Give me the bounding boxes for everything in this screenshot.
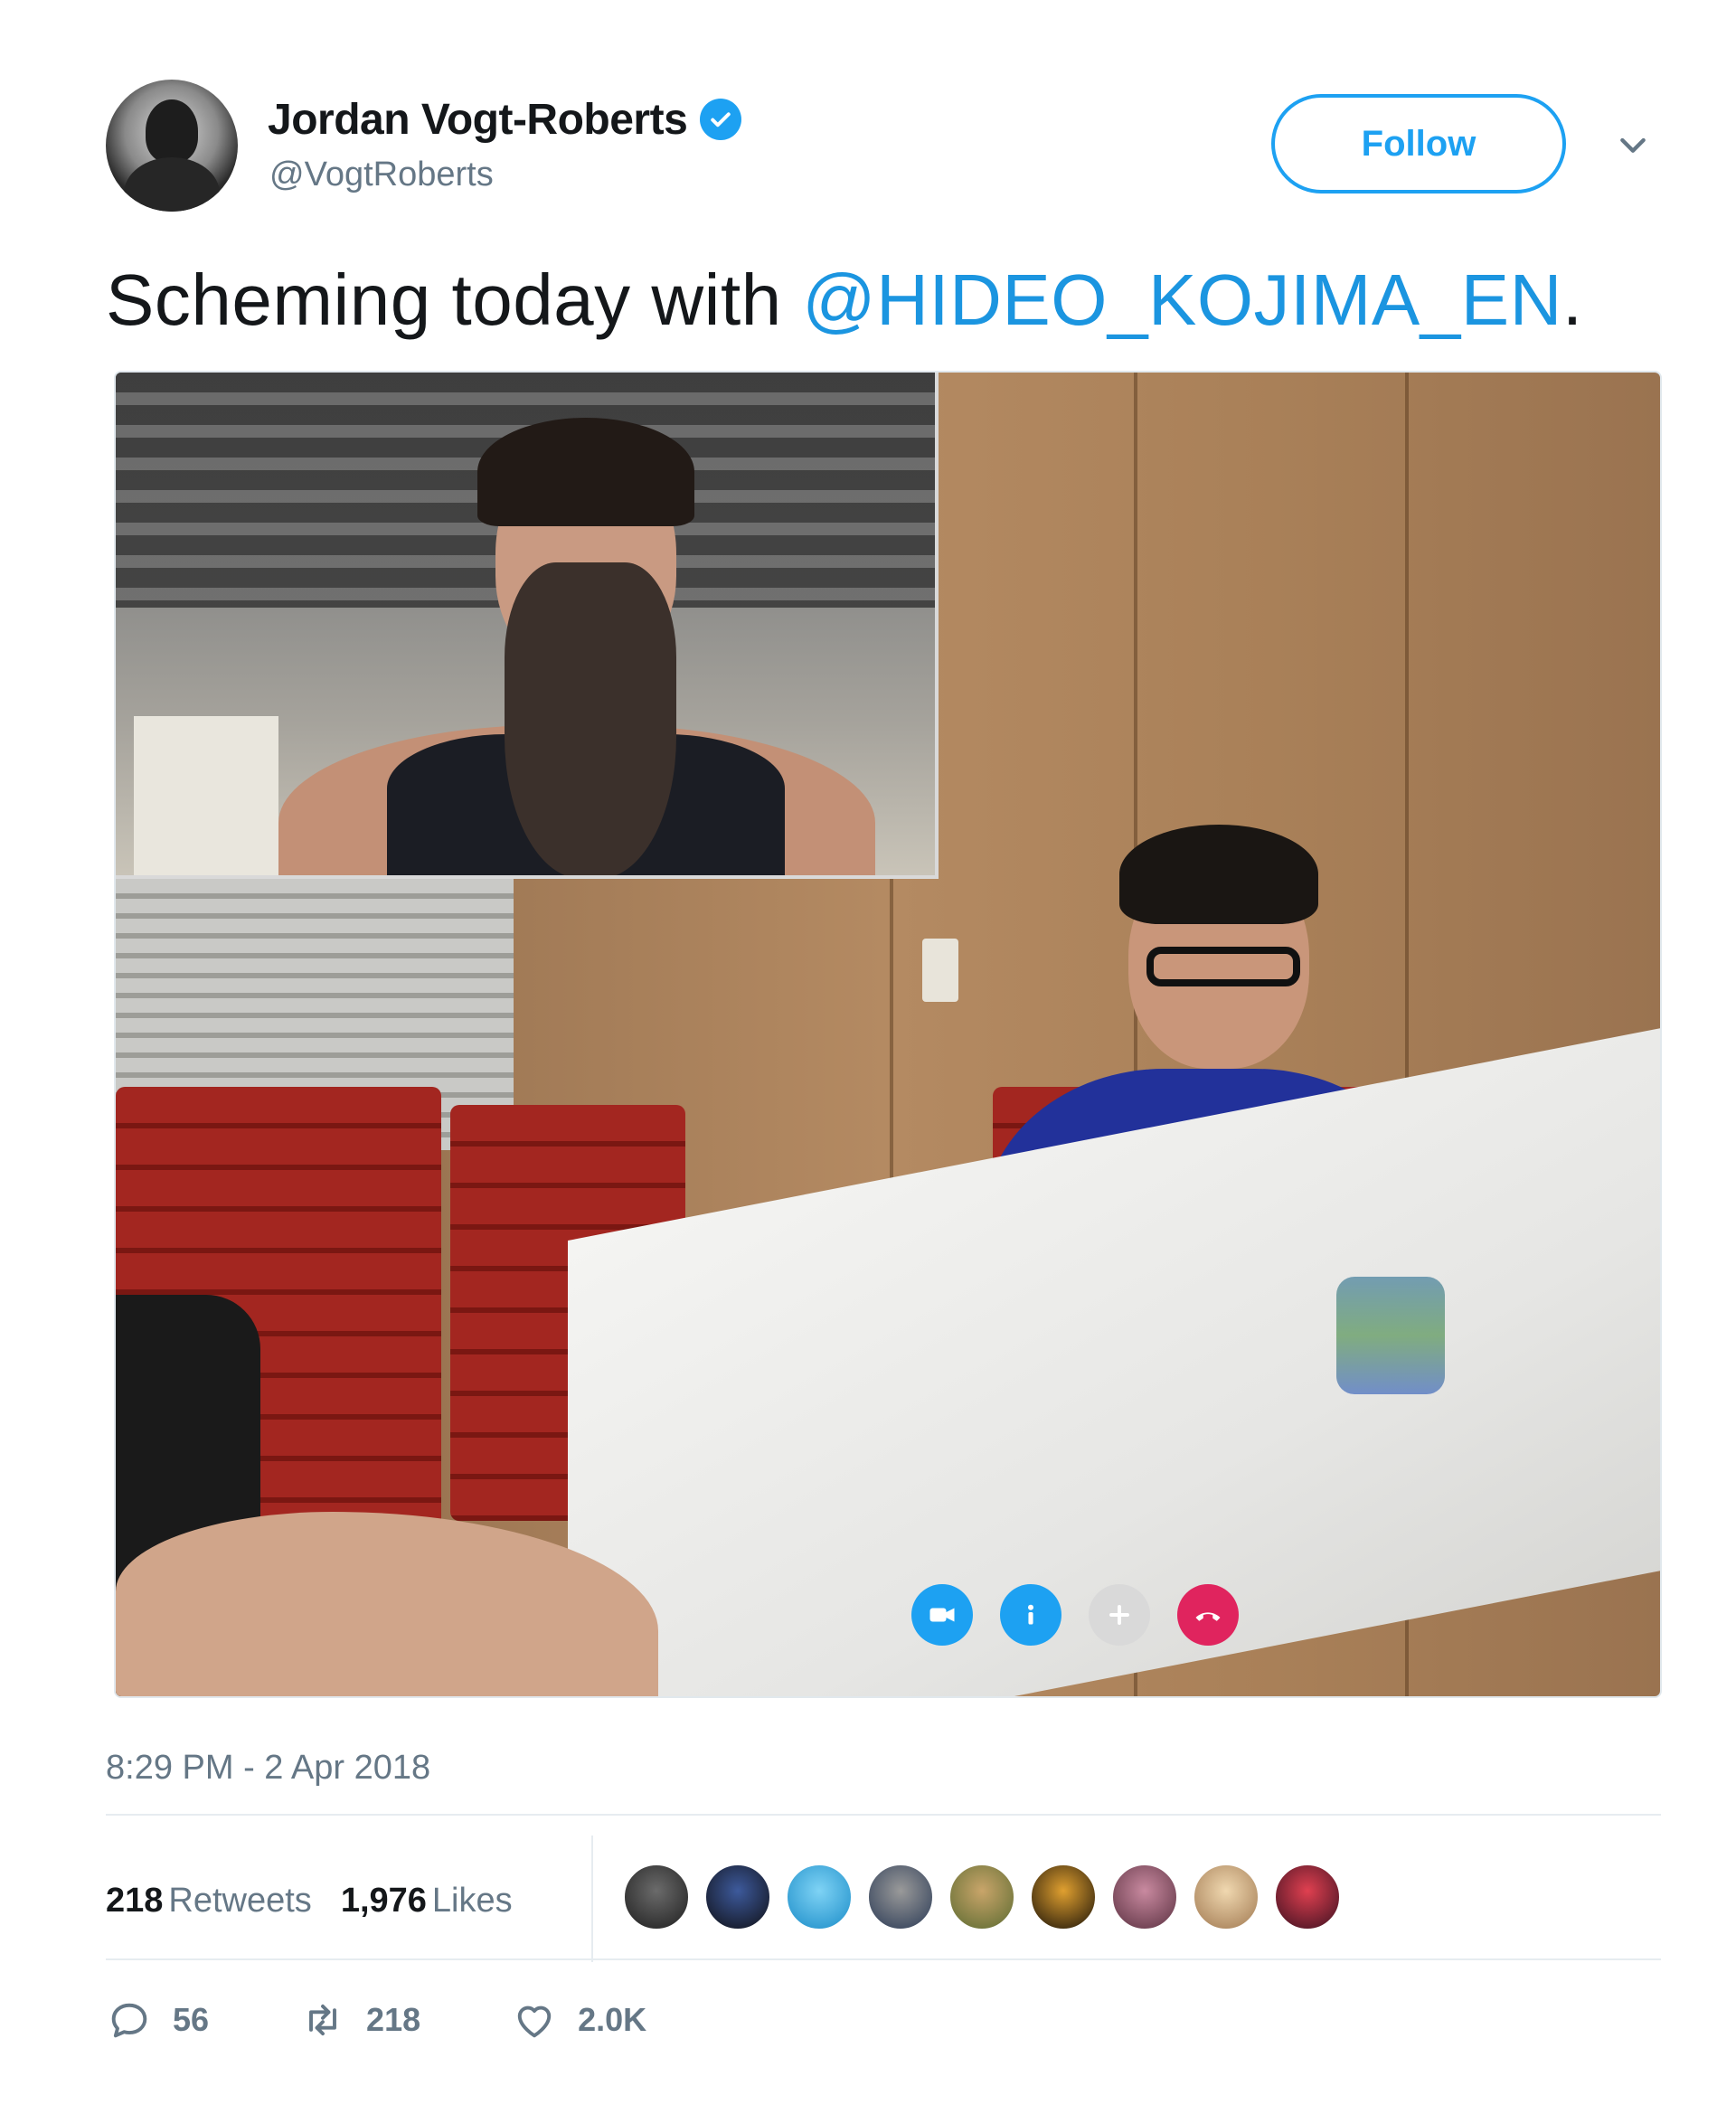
call-controls <box>911 1584 1239 1646</box>
author-avatar[interactable] <box>106 80 238 212</box>
liker-avatar[interactable] <box>948 1863 1016 1931</box>
tweet-timestamp[interactable]: 8:29 PM - 2 Apr 2018 <box>106 1749 430 1788</box>
light-switch <box>922 939 958 1002</box>
follow-button[interactable]: Follow <box>1271 94 1566 193</box>
retweet-icon <box>309 2004 336 2036</box>
tweet-text-suffix: . <box>1561 260 1583 340</box>
liker-avatar[interactable] <box>703 1863 772 1931</box>
chevron-down-icon[interactable] <box>1615 127 1651 163</box>
divider <box>106 1958 1661 1960</box>
inset-window <box>134 716 278 875</box>
heart-icon <box>517 2005 552 2038</box>
reply-count: 56 <box>173 2001 210 2038</box>
stats-separator <box>591 1836 593 1962</box>
like-button[interactable]: 2.0K <box>511 1996 646 2043</box>
info-icon <box>1000 1584 1061 1646</box>
inset-person-hair <box>477 418 694 526</box>
inset-person-beard <box>505 562 676 875</box>
verified-badge-icon <box>700 99 742 140</box>
reply-icon <box>111 2003 147 2038</box>
reply-button[interactable]: 56 <box>106 1996 209 2043</box>
add-icon <box>1089 1584 1150 1646</box>
liker-avatar[interactable] <box>622 1863 691 1931</box>
author-display-name[interactable]: Jordan Vogt-Roberts <box>268 95 688 145</box>
divider <box>106 1814 1661 1816</box>
retweets-label: Retweets <box>168 1881 312 1920</box>
likes-label: Likes <box>431 1881 513 1920</box>
avatar-head <box>146 99 198 163</box>
author-handle[interactable]: @VogtRoberts <box>269 156 494 194</box>
liker-avatars <box>622 1863 1342 1931</box>
cup <box>1336 1277 1445 1394</box>
tweet-photo[interactable] <box>114 371 1662 1698</box>
retweets-stat[interactable]: 218 Retweets <box>106 1882 312 1921</box>
video-camera-icon <box>911 1584 973 1646</box>
liker-avatar[interactable] <box>866 1863 935 1931</box>
retweets-count: 218 <box>106 1881 164 1920</box>
tweet-card: Jordan Vogt-Roberts @VogtRoberts Follow … <box>0 0 1736 2114</box>
liker-avatar[interactable] <box>1273 1863 1342 1931</box>
person-seated-hair <box>1119 825 1318 924</box>
video-call-inset <box>116 373 939 879</box>
retweet-count: 218 <box>366 2001 421 2038</box>
likes-stat[interactable]: 1,976 Likes <box>341 1882 513 1921</box>
likes-count: 1,976 <box>340 1881 427 1920</box>
like-count: 2.0K <box>578 2001 647 2038</box>
author-name-row: Jordan Vogt-Roberts <box>268 94 742 145</box>
liker-avatar[interactable] <box>1110 1863 1179 1931</box>
liker-avatar[interactable] <box>785 1863 854 1931</box>
liker-avatar[interactable] <box>1192 1863 1260 1931</box>
tweet-actions: 56 218 2.0K <box>106 1996 737 2043</box>
glasses <box>1146 947 1300 986</box>
retweet-button[interactable]: 218 <box>299 1996 420 2043</box>
mention-link[interactable]: @HIDEO_KOJIMA_EN <box>802 260 1562 340</box>
tweet-text-prefix: Scheming today with <box>106 260 803 340</box>
hang-up-icon <box>1177 1584 1239 1646</box>
avatar-body <box>124 157 220 212</box>
engagement-stats: 218 Retweets 1,976 Likes <box>106 1863 513 1939</box>
liker-avatar[interactable] <box>1029 1863 1098 1931</box>
tweet-text: Scheming today with @HIDEO_KOJIMA_EN. <box>106 259 1583 342</box>
